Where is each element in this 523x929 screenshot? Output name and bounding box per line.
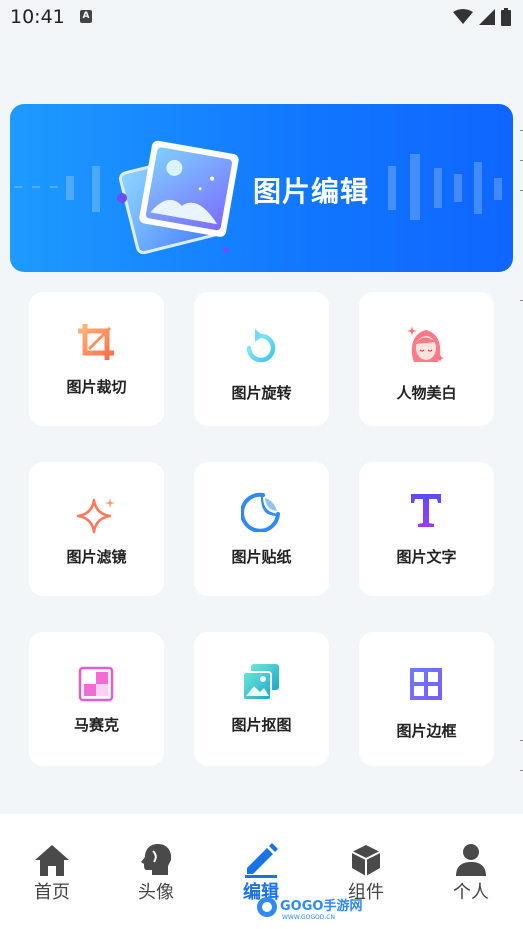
nav-label: 首页 bbox=[34, 882, 70, 903]
nav-avatar[interactable]: 头像 bbox=[104, 814, 208, 929]
frame-grid-icon bbox=[410, 668, 442, 700]
tool-label: 图片文字 bbox=[396, 548, 457, 566]
gogo-watermark-logo: GOGO手游网 WWW.GOGOD.CN bbox=[257, 897, 362, 921]
status-time: 10:41 bbox=[10, 6, 65, 28]
nav-home[interactable]: 首页 bbox=[0, 814, 104, 929]
status-bar: 10:41 A bbox=[0, 0, 523, 36]
tool-cutout[interactable]: 图片抠图 bbox=[194, 632, 329, 766]
cutout-image-icon bbox=[242, 664, 279, 701]
tool-frame[interactable]: 图片边框 bbox=[359, 632, 494, 766]
text-t-icon bbox=[411, 494, 441, 527]
wifi-icon bbox=[453, 9, 473, 24]
avatar-head-icon bbox=[141, 844, 172, 875]
person-icon bbox=[456, 844, 486, 876]
cube-icon bbox=[351, 845, 381, 876]
tool-label: 图片边框 bbox=[396, 722, 457, 740]
tool-sticker[interactable]: 图片贴纸 bbox=[194, 462, 329, 596]
nav-label: 头像 bbox=[138, 882, 174, 903]
sparkle-filter-icon bbox=[76, 498, 115, 534]
pencil-icon bbox=[245, 843, 278, 878]
notification-a-icon: A bbox=[80, 10, 92, 23]
nav-label: 个人 bbox=[453, 882, 489, 903]
home-icon bbox=[35, 845, 69, 876]
tool-mosaic[interactable]: 马赛克 bbox=[29, 632, 164, 766]
sticker-icon bbox=[241, 492, 280, 532]
face-whitening-icon bbox=[407, 326, 444, 362]
crop-icon bbox=[78, 324, 114, 360]
tool-label: 图片贴纸 bbox=[231, 548, 292, 566]
battery-icon bbox=[501, 8, 511, 26]
tool-label: 人物美白 bbox=[396, 384, 457, 402]
status-indicators bbox=[453, 8, 511, 26]
tool-label: 图片抠图 bbox=[231, 716, 292, 734]
mosaic-icon bbox=[78, 666, 114, 702]
right-edge-decoration bbox=[520, 130, 523, 771]
tool-face-whitening[interactable]: 人物美白 bbox=[359, 292, 494, 426]
edit-banner: 图片编辑 bbox=[10, 104, 513, 272]
tool-filter[interactable]: 图片滤镜 bbox=[29, 462, 164, 596]
tool-label: 图片裁切 bbox=[66, 378, 127, 396]
nav-profile[interactable]: 个人 bbox=[419, 814, 523, 929]
photo-gallery-icon bbox=[117, 140, 239, 255]
watermark-text: GOGO手游网 bbox=[280, 898, 362, 914]
tool-crop[interactable]: 图片裁切 bbox=[29, 292, 164, 426]
tool-label: 马赛克 bbox=[73, 716, 119, 734]
tool-text[interactable]: 图片文字 bbox=[359, 462, 494, 596]
tool-label: 图片滤镜 bbox=[66, 548, 127, 566]
watermark-sub: WWW.GOGOD.CN bbox=[282, 914, 335, 921]
tool-label: 图片旋转 bbox=[231, 384, 292, 402]
rotate-icon bbox=[246, 329, 276, 363]
banner-title: 图片编辑 bbox=[253, 175, 370, 208]
cell-signal-icon bbox=[479, 9, 495, 25]
tool-rotate[interactable]: 图片旋转 bbox=[194, 292, 329, 426]
